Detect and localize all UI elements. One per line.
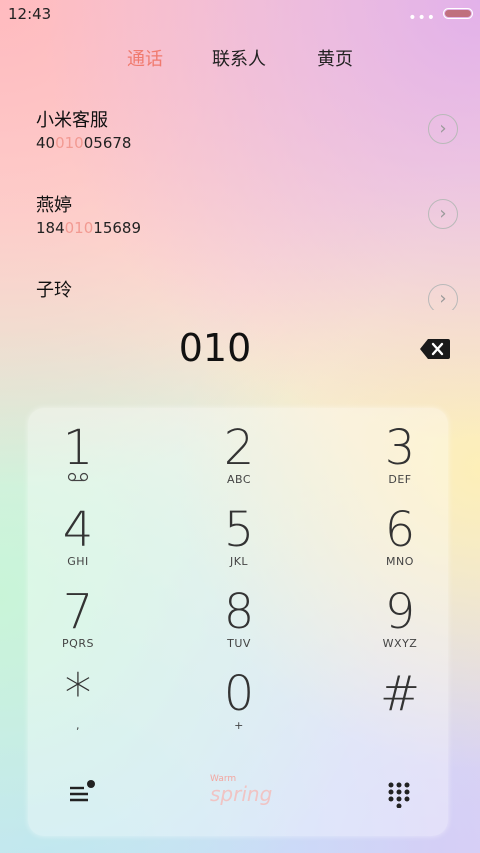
key-digit: 2 [223, 420, 255, 476]
key-hash[interactable]: # [340, 666, 460, 742]
key-digit: 0 [223, 666, 255, 722]
backspace-icon[interactable] [420, 339, 450, 359]
chevron-right-icon[interactable]: › [428, 114, 458, 144]
contact-suggestion-list: 小米客服 4001005678 › 燕婷 18401015689 › 子玲 › [0, 100, 480, 310]
tab-contacts[interactable]: 联系人 [212, 45, 266, 71]
key-3[interactable]: 3 DEF [340, 420, 460, 496]
key-letters: , [76, 719, 80, 732]
key-9[interactable]: 9 WXYZ [340, 584, 460, 660]
key-digit: * [64, 662, 92, 725]
key-digit: # [379, 666, 421, 722]
key-7[interactable]: 7 PQRS [18, 584, 138, 660]
contact-name: 小米客服 [36, 110, 108, 131]
key-digit: 3 [384, 420, 416, 476]
contact-name: 子玲 [36, 280, 72, 301]
key-digit: 7 [62, 584, 94, 640]
key-letters: WXYZ [382, 637, 418, 650]
theme-logo-line2: spring [210, 782, 273, 806]
theme-logo: Warm spring [210, 774, 273, 818]
key-letters: MNO [386, 555, 414, 568]
contact-number: 4001005678 [36, 134, 132, 152]
contact-number: 18401015689 [36, 219, 141, 237]
menu-with-dot-icon[interactable] [68, 778, 96, 810]
status-bar: 12:43 ••• [0, 0, 480, 30]
key-digit: 8 [223, 584, 255, 640]
key-0[interactable]: 0 + [179, 666, 299, 742]
list-item[interactable]: 子玲 › [0, 270, 480, 310]
tab-yellow-pages[interactable]: 黄页 [317, 45, 353, 71]
key-letters: + [234, 719, 244, 732]
key-4[interactable]: 4 GHI [18, 502, 138, 578]
list-item[interactable]: 燕婷 18401015689 › [0, 185, 480, 271]
key-digit: 5 [223, 502, 255, 558]
key-digit: 9 [384, 584, 416, 640]
more-indicator: ••• [408, 10, 436, 26]
key-1[interactable]: 1 [18, 420, 138, 496]
keypad-grid-icon[interactable] [388, 782, 410, 812]
key-letters: JKL [229, 555, 249, 568]
contact-name: 燕婷 [36, 195, 72, 216]
list-item[interactable]: 小米客服 4001005678 › [0, 100, 480, 186]
tab-calls[interactable]: 通话 [127, 45, 163, 71]
top-tabs: 通话 联系人 黄页 [0, 45, 480, 71]
chevron-right-icon[interactable]: › [428, 199, 458, 229]
status-time: 12:43 [8, 5, 52, 23]
key-letters: ABC [226, 473, 252, 486]
key-letters: GHI [67, 555, 89, 568]
key-letters: TUV [227, 637, 251, 650]
battery-icon [443, 8, 473, 19]
key-6[interactable]: 6 MNO [340, 502, 460, 578]
chevron-right-icon[interactable]: › [428, 284, 458, 310]
key-2[interactable]: 2 ABC [179, 420, 299, 496]
key-8[interactable]: 8 TUV [179, 584, 299, 660]
key-star[interactable]: * , [18, 666, 138, 742]
key-letters: PQRS [62, 637, 94, 650]
key-5[interactable]: 5 JKL [179, 502, 299, 578]
key-letters: DEF [388, 473, 412, 486]
dialed-number-display: 010 [178, 326, 252, 370]
dial-pad: 1 2 ABC 3 DEF 4 GHI 5 JKL 6 MNO 7 PQRS 8… [28, 408, 448, 836]
key-digit: 1 [62, 420, 94, 476]
key-digit: 4 [62, 502, 94, 558]
key-digit: 6 [384, 502, 416, 558]
